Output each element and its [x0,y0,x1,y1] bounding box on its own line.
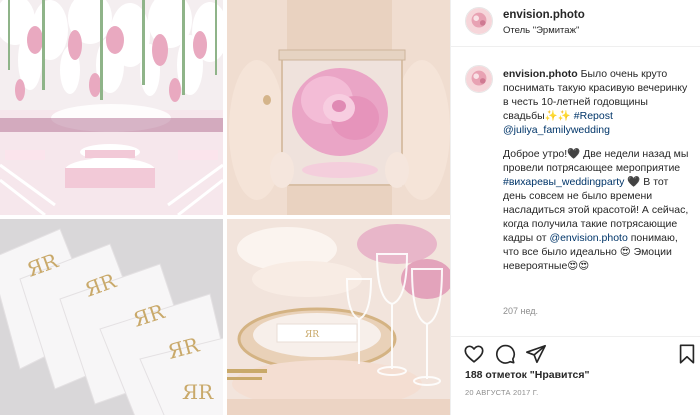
post-actions: 188 отметок "Нравится" 20 АВГУСТА 2017 Г… [451,336,700,415]
post-date: 20 АВГУСТА 2017 Г. [465,388,539,397]
heart-outline-icon[interactable] [463,343,485,365]
photo-wedding-hall [0,0,223,215]
post-header: envision.photo Отель "Эрмитаж" [451,0,700,47]
speech-bubble-icon[interactable] [494,343,516,365]
post-side-panel: envision.photo Отель "Эрмитаж" envision.… [450,0,700,415]
likes-count[interactable]: 188 отметок "Нравится" [465,369,589,381]
hashtag-link-weddingparty[interactable]: #вихаревы_weddingparty [503,176,624,188]
svg-text:ЯR: ЯR [305,330,319,340]
mention-link-envision[interactable]: @envision.photo [549,232,627,244]
avatar[interactable] [465,7,493,35]
caption-age: 207 нед. [503,306,539,316]
caption-avatar[interactable] [465,65,493,93]
photo-table-setting: ЯR [227,219,450,415]
photo-monogram-envelopes: ЯR ЯR ЯR ЯR ЯR [0,219,223,415]
instagram-post-view: ЯR ЯR ЯR ЯR ЯR ЯR envision.photo Отель "… [0,0,700,415]
repost-hashtag-link[interactable]: #Repost [574,110,613,122]
mention-link-juliya[interactable]: @juliya_familywedding [503,124,610,136]
svg-text:ЯR: ЯR [182,380,214,404]
caption-body-2: Доброе утро!🖤 Две недели назад мы провел… [503,148,689,174]
post-location[interactable]: Отель "Эрмитаж" [503,25,579,36]
bookmark-icon[interactable] [676,343,698,365]
caption-text: envision.photo Было очень круто поснимат… [503,67,693,283]
caption-comment: envision.photo Было очень круто поснимат… [451,57,700,322]
post-image[interactable]: ЯR ЯR ЯR ЯR ЯR ЯR [0,0,450,415]
paper-plane-icon[interactable] [525,343,547,365]
photo-peony-glass-box [227,0,450,215]
caption-username[interactable]: envision.photo [503,68,578,80]
post-author-username[interactable]: envision.photo [503,9,585,21]
